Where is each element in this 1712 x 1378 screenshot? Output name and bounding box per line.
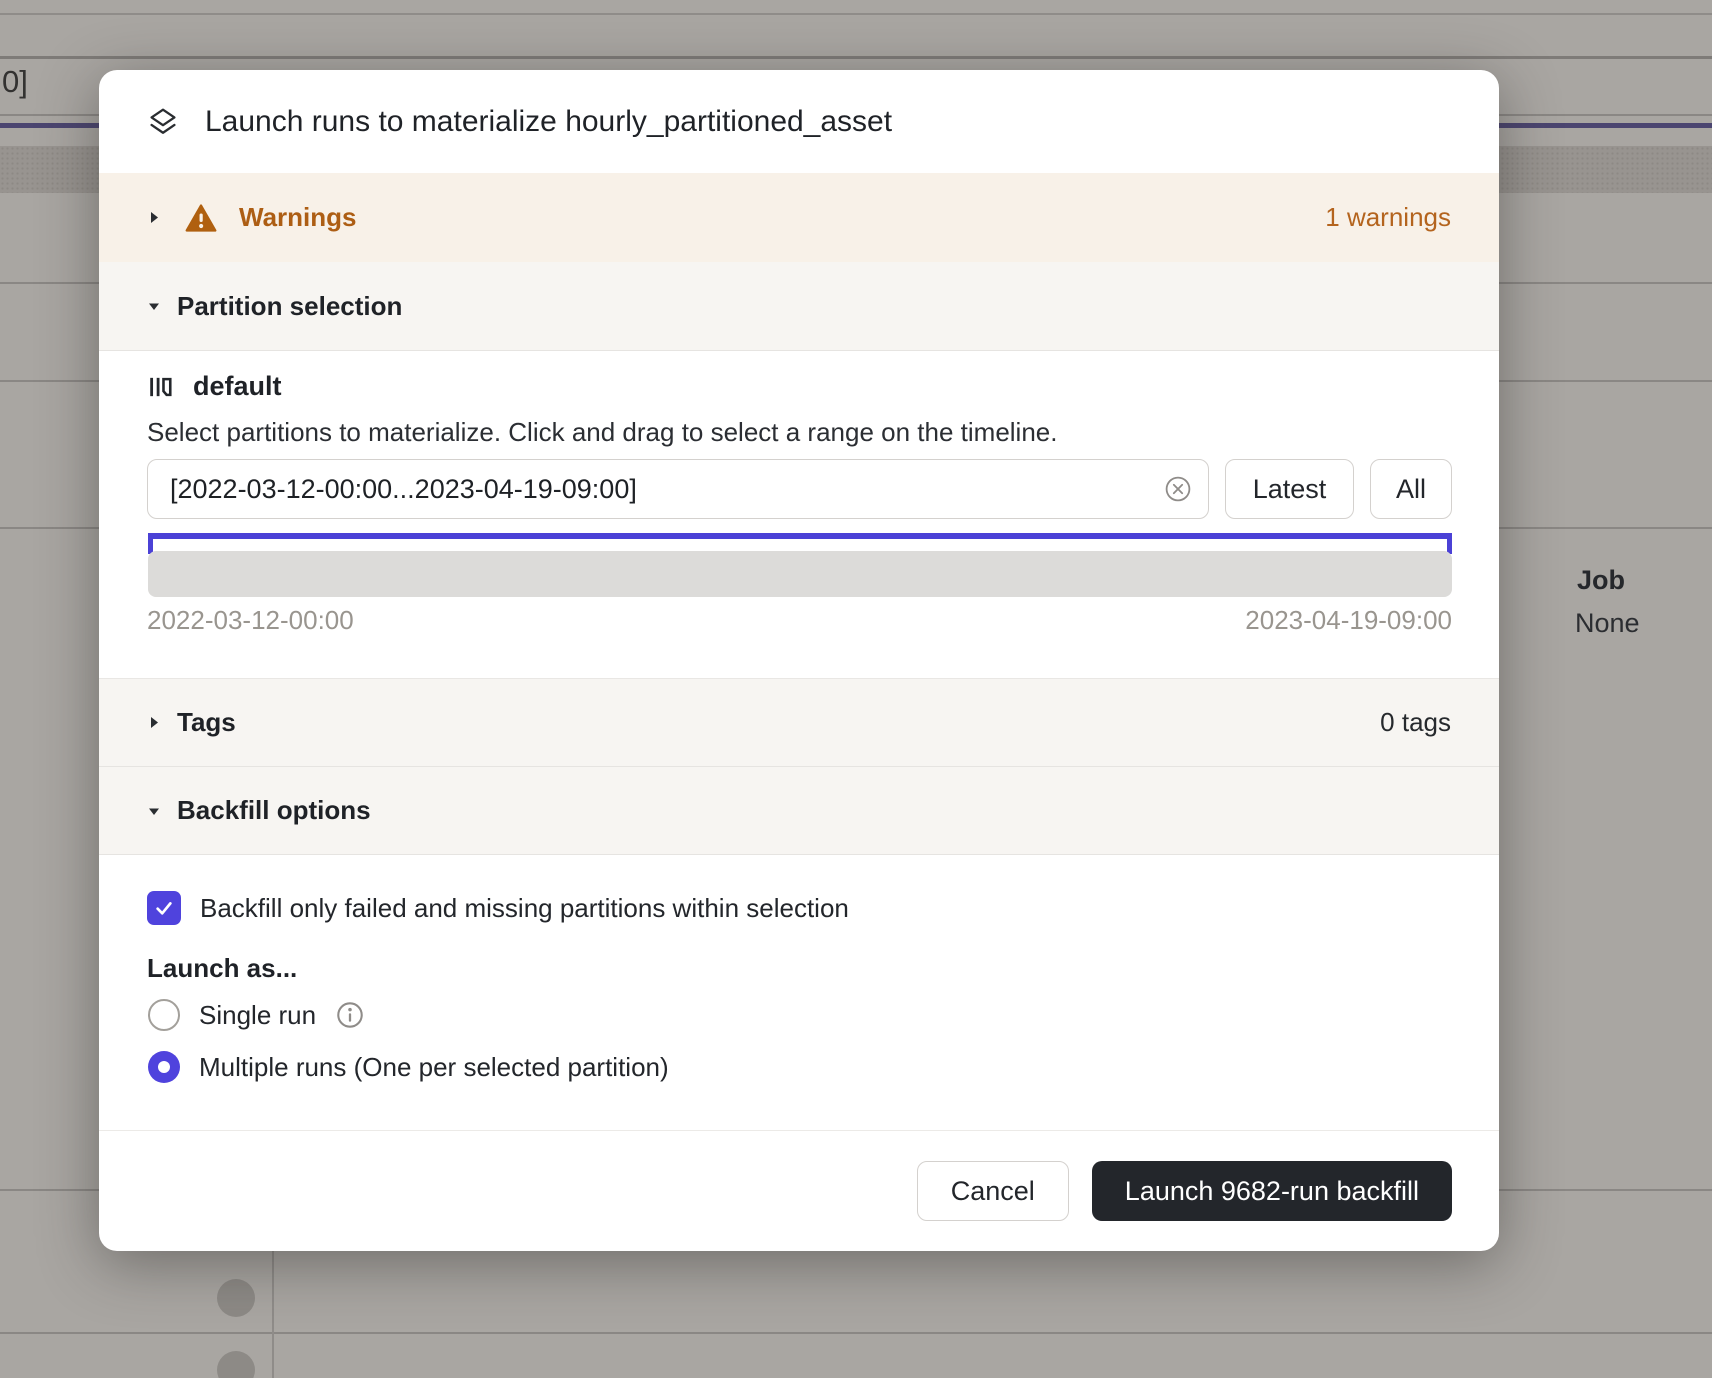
chevron-down-icon	[147, 804, 161, 818]
partition-dimension-row: default	[147, 371, 282, 402]
launch-backfill-button[interactable]: Launch 9682-run backfill	[1092, 1161, 1452, 1221]
partition-dimension-name: default	[193, 371, 282, 402]
dialog-header: Launch runs to materialize hourly_partit…	[99, 70, 1499, 173]
chevron-right-icon	[147, 210, 161, 225]
timeline-selection-bar[interactable]	[148, 533, 1452, 539]
warnings-section-toggle[interactable]: Warnings 1 warnings	[99, 173, 1499, 262]
radio-unselected-icon	[148, 999, 180, 1031]
multiple-runs-radio[interactable]: Multiple runs (One per selected partitio…	[148, 1051, 669, 1083]
launch-backfill-dialog: Launch runs to materialize hourly_partit…	[99, 70, 1499, 1251]
clear-selection-button[interactable]	[1163, 474, 1193, 504]
info-icon[interactable]	[336, 1001, 364, 1029]
background-row-divider	[0, 13, 1712, 15]
partition-icon	[147, 373, 175, 401]
tags-section-toggle[interactable]: Tags 0 tags	[99, 678, 1499, 766]
timeline-track[interactable]	[148, 551, 1452, 597]
partition-range-input[interactable]	[147, 459, 1209, 519]
background-job-column-header: Job	[1577, 565, 1625, 596]
latest-button[interactable]: Latest	[1225, 459, 1354, 519]
dialog-title: Launch runs to materialize hourly_partit…	[205, 105, 892, 139]
background-status-dot	[217, 1351, 255, 1378]
dialog-footer: Cancel Launch 9682-run backfill	[99, 1130, 1499, 1251]
single-run-label: Single run	[199, 1000, 316, 1031]
background-text-fragment: 0]	[2, 64, 28, 100]
partition-selection-toggle[interactable]: Partition selection	[99, 262, 1499, 351]
partition-selection-header: Partition selection	[177, 291, 402, 322]
warning-icon	[185, 203, 217, 233]
partition-range-field	[147, 459, 1209, 519]
checkbox-checked-icon	[147, 891, 181, 925]
single-run-radio[interactable]: Single run	[148, 999, 364, 1031]
background-status-dot	[217, 1279, 255, 1317]
backfill-only-failed-label: Backfill only failed and missing partiti…	[200, 893, 849, 924]
cancel-button[interactable]: Cancel	[917, 1161, 1069, 1221]
tags-header: Tags	[177, 707, 236, 738]
warnings-count: 1 warnings	[1325, 202, 1451, 233]
partition-instructions: Select partitions to materialize. Click …	[147, 417, 1057, 448]
radio-selected-icon	[148, 1051, 180, 1083]
background-row-divider	[0, 56, 1712, 59]
background-column-divider	[272, 1251, 274, 1378]
clear-icon	[1163, 474, 1193, 504]
warnings-label: Warnings	[239, 202, 356, 233]
tags-count: 0 tags	[1380, 707, 1451, 738]
chevron-right-icon	[147, 715, 161, 730]
asset-layers-icon	[147, 106, 179, 138]
chevron-down-icon	[147, 299, 161, 313]
launch-as-label: Launch as...	[147, 953, 297, 984]
backfill-only-failed-checkbox[interactable]: Backfill only failed and missing partiti…	[147, 891, 849, 925]
backfill-options-body: Backfill only failed and missing partiti…	[99, 855, 1499, 1130]
partition-selection-body: default Select partitions to materialize…	[99, 351, 1499, 678]
all-button[interactable]: All	[1370, 459, 1452, 519]
backfill-options-toggle[interactable]: Backfill options	[99, 766, 1499, 855]
backfill-options-header: Backfill options	[177, 795, 371, 826]
screen: 0] Job None Launch runs to materialize h…	[0, 0, 1712, 1378]
background-job-column-value: None	[1575, 608, 1640, 639]
multiple-runs-label: Multiple runs (One per selected partitio…	[199, 1052, 669, 1083]
timeline-end-label: 2023-04-19-09:00	[1245, 605, 1452, 636]
timeline-start-label: 2022-03-12-00:00	[147, 605, 354, 636]
background-row-divider	[0, 1332, 1712, 1334]
